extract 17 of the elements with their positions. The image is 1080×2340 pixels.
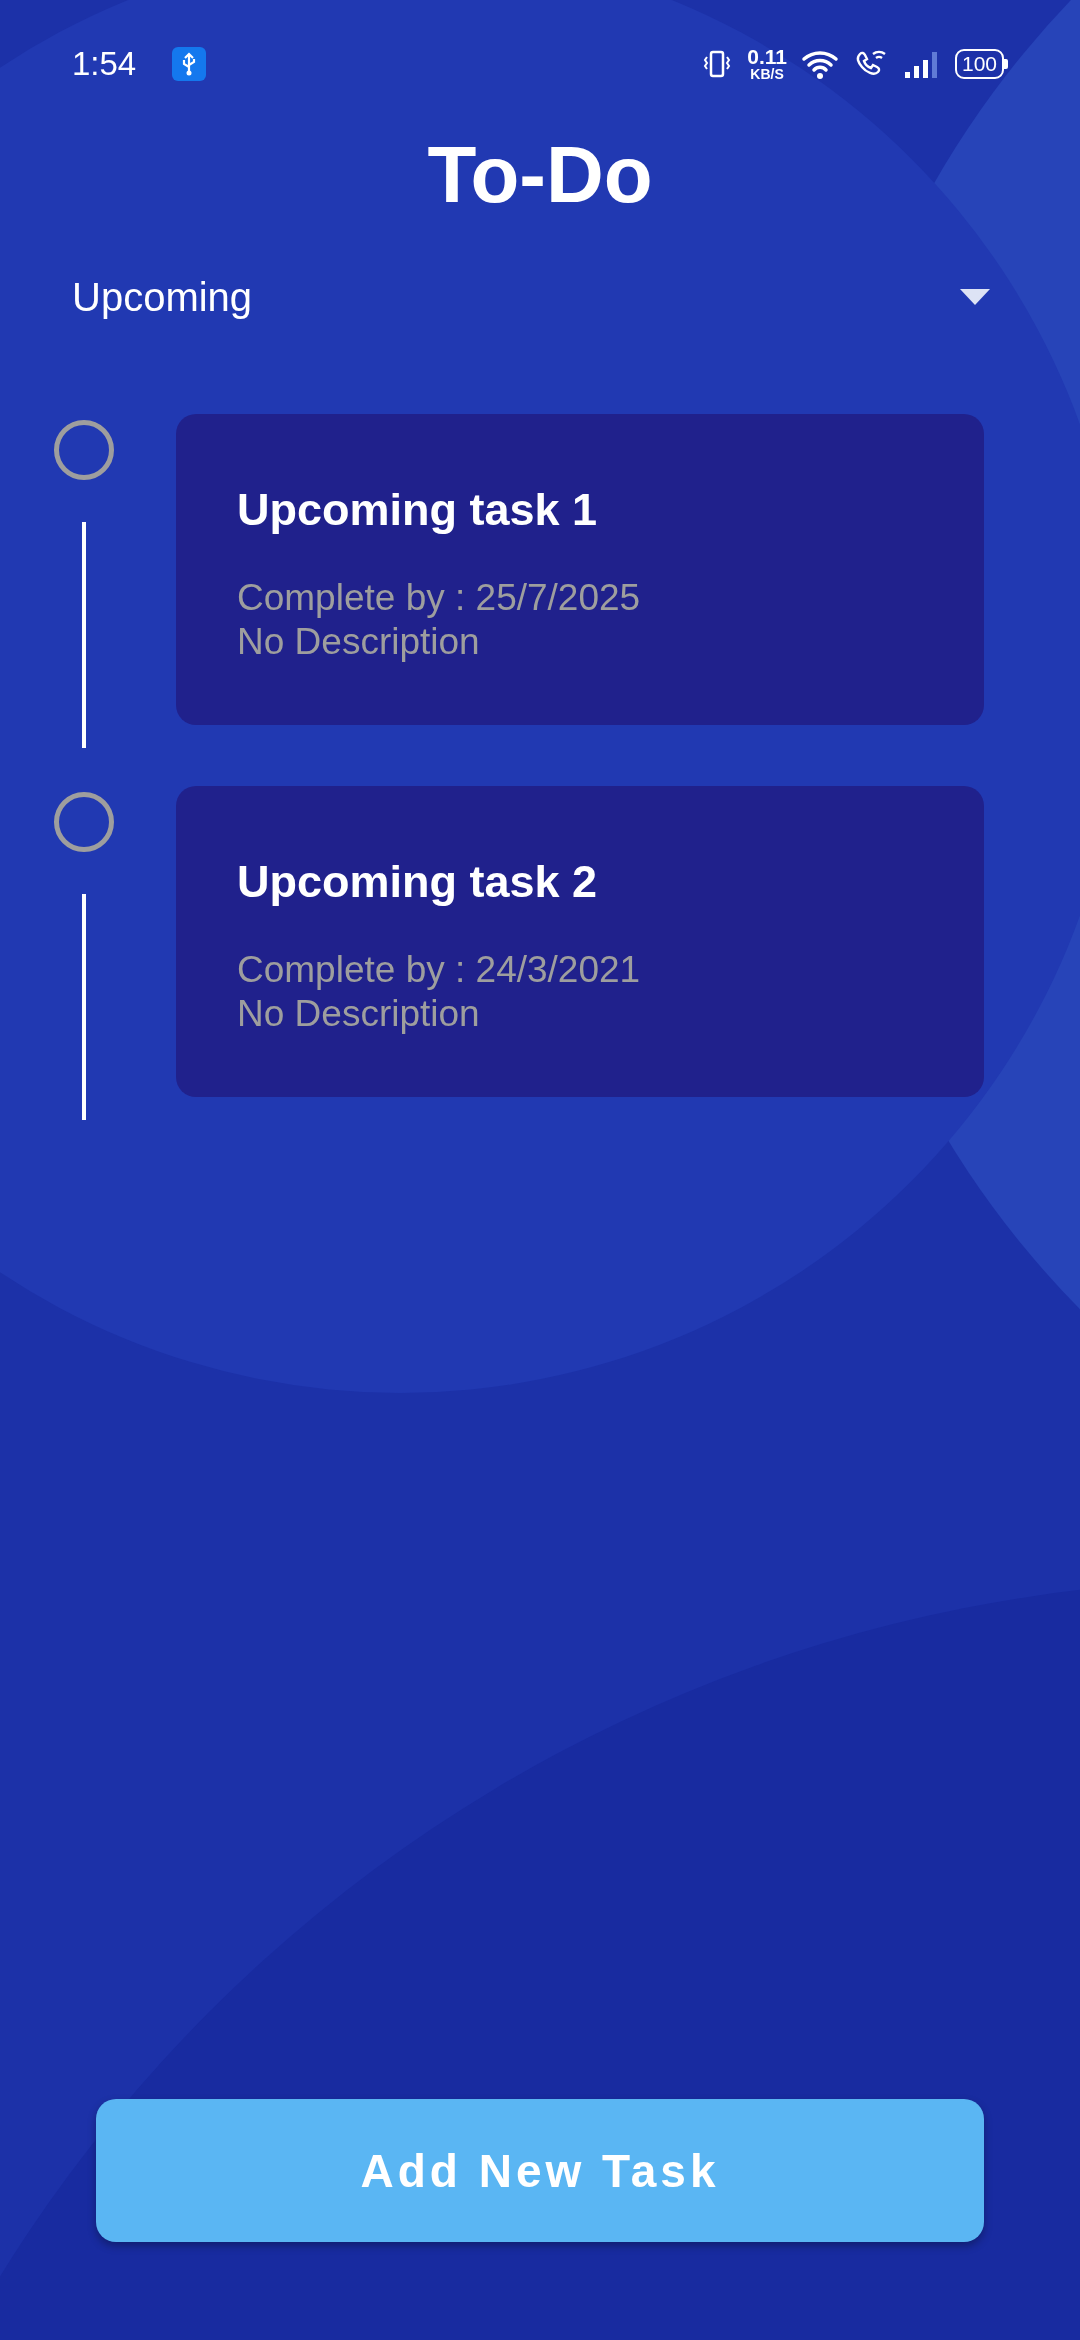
- task-description: No Description: [237, 620, 481, 664]
- task-due-date: Complete by : 25/7/2025: [237, 576, 642, 620]
- filter-dropdown[interactable]: Upcoming: [72, 267, 1008, 327]
- task-title: Upcoming task 2: [237, 855, 599, 909]
- task-due-date: Complete by : 24/3/2021: [237, 948, 642, 992]
- app-title: To-Do: [427, 130, 653, 219]
- task-status-circle[interactable]: [54, 420, 114, 480]
- dropdown-caret-icon: [960, 289, 990, 305]
- task-title: Upcoming task 1: [237, 483, 599, 537]
- task-status-circle[interactable]: [54, 792, 114, 852]
- task-card[interactable]: Upcoming task 2 Complete by : 24/3/2021 No Description: [176, 786, 984, 1097]
- usb-icon: [172, 46, 207, 81]
- net-speed: 0.11: [747, 46, 787, 67]
- clock: 1:54: [72, 44, 137, 83]
- net-unit: KB/S: [750, 67, 784, 81]
- task-card[interactable]: Upcoming task 1 Complete by : 25/7/2025 No Description: [176, 414, 984, 725]
- task-description: No Description: [237, 992, 481, 1036]
